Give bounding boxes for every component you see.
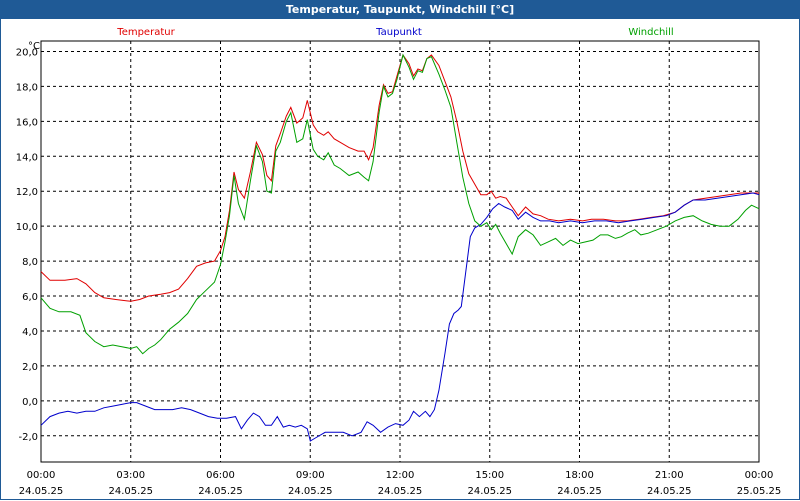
y-axis: 20,018,016,014,012,010,08,06,04,02,00,0-… [16,47,38,442]
y-tick-label: 4,0 [22,327,38,338]
y-tick-label: 10,0 [16,222,38,233]
x-tick-time: 18:00 [565,470,594,481]
legend: Temperatur Taupunkt Windchill [116,27,673,38]
line-chart: 20,018,016,014,012,010,08,06,04,02,00,0-… [16,27,782,497]
x-axis: 00:00 24.05.25 03:00 24.05.25 06:00 24.05.25 0… [19,470,782,497]
x-tick-time: 03:00 [116,470,145,481]
x-tick-date: 24.05.25 [378,486,423,497]
x-tick-date: 24.05.25 [647,486,692,497]
x-tick-date: 24.05.25 [557,486,602,497]
legend-windchill: Windchill [628,27,673,38]
y-axis-unit-label: °C [28,41,40,52]
chart-window: Temperatur, Taupunkt, Windchill [°C] 20,… [0,0,800,500]
y-tick-label: 16,0 [16,117,38,128]
y-tick-label: -2,0 [18,432,38,443]
y-tick-label: 2,0 [22,362,38,373]
x-tick-date: 24.05.25 [288,486,333,497]
x-tick-date: 24.05.25 [198,486,243,497]
x-tick-time: 00:00 [27,470,56,481]
legend-taupunkt: Taupunkt [375,27,422,38]
x-tick-date: 24.05.25 [108,486,153,497]
x-tick-time: 15:00 [475,470,504,481]
y-tick-label: 14,0 [16,152,38,163]
x-tick-date: 24.05.25 [467,486,512,497]
x-tick-time: 12:00 [386,470,415,481]
x-tick-time: 21:00 [655,470,684,481]
y-tick-label: 0,0 [22,397,38,408]
x-tick-time: 00:00 [745,470,774,481]
x-tick-time: 06:00 [206,470,235,481]
y-tick-label: 8,0 [22,257,38,268]
y-tick-label: 6,0 [22,292,38,303]
legend-temperatur: Temperatur [116,27,175,38]
y-tick-label: 12,0 [16,187,38,198]
y-tick-label: 18,0 [16,82,38,93]
x-tick-date: 24.05.25 [19,486,64,497]
x-tick-time: 09:00 [296,470,325,481]
x-tick-date: 25.05.25 [737,486,782,497]
